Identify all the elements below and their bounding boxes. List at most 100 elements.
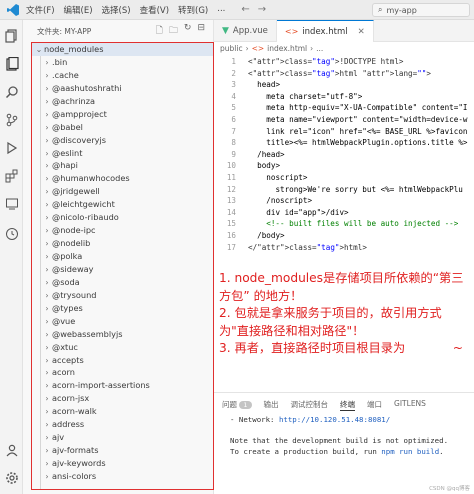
tree-folder-item[interactable]: › @sideway bbox=[32, 263, 213, 276]
new-file-icon[interactable]: 🗋 bbox=[156, 23, 163, 39]
tree-folder-item[interactable]: › @aashutoshrathi bbox=[32, 82, 213, 95]
menu-go[interactable]: 转到(G) bbox=[178, 4, 208, 16]
code-text: meta http-equiv="X-UA-Compatible" conten… bbox=[266, 103, 468, 113]
bottom-panel: 问题 1 输出 调试控制台 终端 端口 GITLENS - Network: h… bbox=[214, 392, 474, 494]
annotation-text: 1. node_modules是存储项目所依赖的“第三方包” 的地方！ 2. 包… bbox=[219, 270, 471, 358]
tree-folder-item[interactable]: › @types bbox=[32, 302, 213, 315]
html-file-icon: <> bbox=[284, 27, 299, 36]
tree-folder-item[interactable]: › @discoveryjs bbox=[32, 134, 213, 147]
breadcrumb-item[interactable]: index.html bbox=[267, 44, 307, 53]
menu-selection[interactable]: 选择(S) bbox=[102, 4, 131, 16]
close-icon[interactable]: ✕ bbox=[358, 27, 365, 37]
panel-tab-output[interactable]: 输出 bbox=[264, 399, 279, 411]
account-icon[interactable] bbox=[4, 442, 19, 457]
menu-view[interactable]: 查看(V) bbox=[140, 4, 169, 16]
tree-folder-label: .bin bbox=[52, 56, 68, 67]
code-text: div id="app">/div> bbox=[266, 207, 349, 217]
search-icon[interactable] bbox=[4, 84, 19, 99]
tree-folder-item[interactable]: › @node-ipc bbox=[32, 224, 213, 237]
back-arrow-icon[interactable]: ← bbox=[241, 4, 249, 15]
tree-folder-item[interactable]: › @jridgewell bbox=[32, 185, 213, 198]
menu-file[interactable]: 文件(F) bbox=[26, 4, 55, 16]
line-number: 4 bbox=[231, 91, 236, 101]
refresh-icon[interactable]: ↻ bbox=[184, 23, 192, 39]
code-line: 6 meta name="viewport" content="width=de… bbox=[214, 114, 474, 126]
tab-label: App.vue bbox=[232, 26, 268, 36]
code-text: meta charset="utf-8"> bbox=[266, 91, 363, 101]
line-number: 17 bbox=[226, 242, 236, 252]
panel-tab-problems[interactable]: 问题 1 bbox=[222, 399, 252, 411]
tree-folder-item[interactable]: › @eslint bbox=[32, 147, 213, 160]
tree-folder-item[interactable]: › .bin bbox=[32, 56, 213, 69]
timeline-icon[interactable] bbox=[4, 226, 19, 241]
code-text: strong>We're sorry but <%= htmlWebpackPl… bbox=[275, 184, 463, 194]
tree-folder-item[interactable]: › acorn-jsx bbox=[32, 392, 213, 405]
tree-folder-item[interactable]: › address bbox=[32, 418, 213, 431]
collapse-all-icon[interactable]: ⊟ bbox=[197, 23, 205, 39]
tree-folder-item[interactable]: › acorn bbox=[32, 366, 213, 379]
run-debug-icon[interactable] bbox=[4, 140, 19, 155]
tree-folder-item[interactable]: › @xtuc bbox=[32, 341, 213, 354]
line-number: 8 bbox=[231, 138, 236, 148]
tree-folder-item[interactable]: › @trysound bbox=[32, 289, 213, 302]
tab-app-vue[interactable]: ▼ App.vue bbox=[214, 20, 277, 42]
panel-tab-terminal[interactable]: 终端 bbox=[340, 399, 356, 411]
code-editor[interactable]: 1 <"attr">class="tag">!DOCTYPE html> 2 <"at… bbox=[214, 56, 474, 252]
menu-more[interactable]: ... bbox=[217, 4, 225, 16]
tree-folder-item[interactable]: › @hapi bbox=[32, 159, 213, 172]
tree-folder-label: acorn-import-assertions bbox=[52, 380, 150, 391]
panel-tabs: 问题 1 输出 调试控制台 终端 端口 GITLENS bbox=[214, 393, 474, 411]
tree-folder-item[interactable]: › @nodelib bbox=[32, 237, 213, 250]
code-line: 7 link rel="icon" href="<%= BASE_URL %>f… bbox=[214, 126, 474, 138]
remote-explorer-icon[interactable] bbox=[4, 196, 19, 211]
code-text: <"attr">class="tag">html "attr">lang=""> bbox=[248, 68, 431, 78]
tree-folder-item[interactable]: › @achrinza bbox=[32, 95, 213, 108]
tree-folder-label: @xtuc bbox=[52, 341, 78, 352]
panel-tab-ports[interactable]: 端口 bbox=[367, 399, 382, 411]
forward-arrow-icon[interactable]: → bbox=[258, 4, 266, 15]
tree-folder-label: @aashutoshrathi bbox=[52, 82, 122, 93]
tree-folder-item[interactable]: › @nicolo-ribaudo bbox=[32, 211, 213, 224]
tree-folder-node-modules[interactable]: ⌄ node_modules bbox=[32, 43, 213, 56]
files-icon[interactable] bbox=[4, 56, 19, 71]
tree-folder-item[interactable]: › @ampproject bbox=[32, 108, 213, 121]
panel-tab-gitlens[interactable]: GITLENS bbox=[394, 399, 426, 411]
panel-tab-debug-console[interactable]: 调试控制台 bbox=[291, 399, 329, 411]
tree-folder-item[interactable]: › .cache bbox=[32, 69, 213, 82]
new-folder-icon[interactable]: 🗀 bbox=[169, 23, 178, 39]
tree-folder-item[interactable]: › @webassemblyjs bbox=[32, 328, 213, 341]
tree-folder-label: ajv-formats bbox=[52, 445, 99, 456]
menu-edit[interactable]: 编辑(E) bbox=[64, 4, 93, 16]
tree-folder-label: acorn-jsx bbox=[52, 393, 90, 404]
tree-folder-item[interactable]: › accepts bbox=[32, 354, 213, 367]
tree-folder-item[interactable]: › @polka bbox=[32, 250, 213, 263]
breadcrumb-item[interactable]: ... bbox=[316, 44, 323, 53]
tree-folder-item[interactable]: › ansi-colors bbox=[32, 470, 213, 483]
tree-folder-item[interactable]: › @soda bbox=[32, 276, 213, 289]
tree-folder-item[interactable]: › ajv-formats bbox=[32, 444, 213, 457]
code-line: 14 div id="app">/div> bbox=[214, 207, 474, 219]
tree-folder-item[interactable]: › ajv-keywords bbox=[32, 457, 213, 470]
tree-folder-item[interactable]: › @humanwhocodes bbox=[32, 172, 213, 185]
tree-folder-item[interactable]: › acorn-walk bbox=[32, 405, 213, 418]
tree-folder-label: address bbox=[52, 419, 85, 430]
code-line: 12 strong>We're sorry but <%= htmlWebpac… bbox=[214, 184, 474, 196]
tree-folder-item[interactable]: › @leichtgewicht bbox=[32, 198, 213, 211]
tree-folder-label: @nodelib bbox=[52, 238, 91, 249]
source-control-icon[interactable] bbox=[4, 112, 19, 127]
tree-folder-item[interactable]: › @babel bbox=[32, 121, 213, 134]
command-center-search[interactable]: ⌕ my-app bbox=[372, 3, 470, 17]
terminal-output[interactable]: - Network: http://10.120.51.48:8081/ Not… bbox=[214, 411, 474, 457]
tree-folder-item[interactable]: › ajv bbox=[32, 431, 213, 444]
settings-gear-icon[interactable] bbox=[4, 470, 19, 485]
chevron-right-icon: › bbox=[245, 44, 249, 53]
tree-folder-item[interactable]: › acorn-import-assertions bbox=[32, 379, 213, 392]
explorer-icon[interactable] bbox=[4, 28, 19, 43]
code-line: 2 <"attr">class="tag">html "attr">lang=""… bbox=[214, 68, 474, 80]
tab-index-html[interactable]: <> index.html ✕ bbox=[276, 20, 374, 42]
tree-folder-item[interactable]: › @vue bbox=[32, 315, 213, 328]
extensions-icon[interactable] bbox=[4, 168, 19, 183]
breadcrumb-item[interactable]: public bbox=[220, 44, 243, 53]
code-line: 1 <"attr">class="tag">!DOCTYPE html> bbox=[214, 56, 474, 68]
terminal-link[interactable]: http://10.120.51.48:8081/ bbox=[279, 415, 390, 424]
